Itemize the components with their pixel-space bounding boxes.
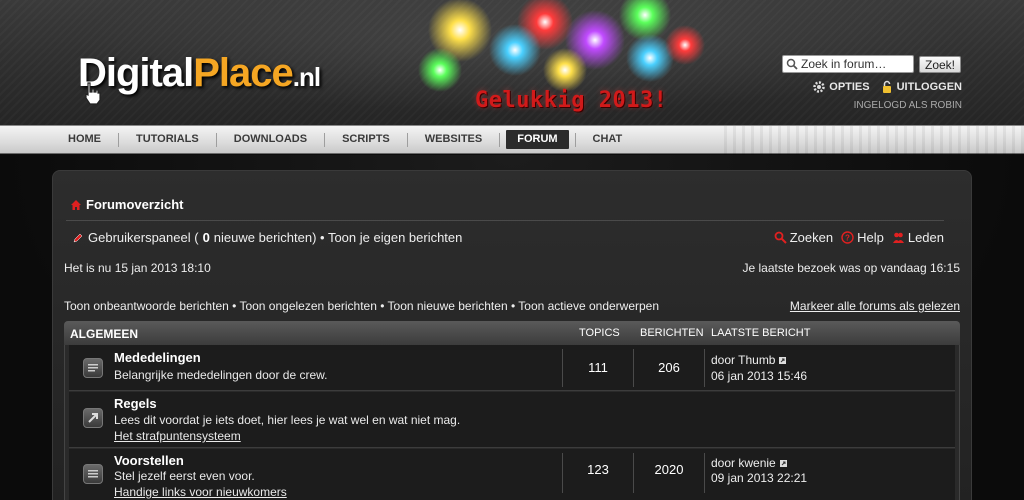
ucp-suffix: nieuwe berichten) • Toon je eigen berich… (213, 230, 463, 245)
nav-downloads[interactable]: Downloads (223, 130, 318, 149)
forum-description: Belangrijke mededelingen door de crew. (114, 368, 328, 382)
search-button[interactable]: Zoek! (919, 56, 961, 73)
breadcrumb[interactable]: Forumoverzicht (70, 197, 184, 212)
help-icon: ? (841, 231, 854, 244)
forum-description: Lees dit voordat je iets doet, hier lees… (114, 413, 461, 427)
col-last-post: Laatste bericht (711, 327, 811, 339)
posts-count: 2020 (654, 462, 684, 477)
column-divider (704, 453, 705, 493)
nav-separator (118, 132, 119, 147)
topics-count: 111 (588, 360, 608, 375)
forum-row[interactable]: Mededelingen Belangrijke mededelingen do… (69, 345, 955, 391)
logout-label: Uitloggen (896, 81, 962, 93)
forum-title[interactable]: Regels (114, 396, 157, 411)
user-links: Opties Uitloggen (812, 80, 962, 94)
subforum-link[interactable]: Handige links voor nieuwkomers (114, 485, 287, 499)
last-post-author-label: door kwenie (711, 456, 776, 470)
col-topics: Topics (579, 327, 620, 339)
nav-texture (724, 126, 1024, 155)
subforum-link[interactable]: Het strafpuntensysteem (114, 429, 241, 443)
pencil-icon (73, 233, 83, 242)
nav-separator (215, 132, 217, 147)
logo-text-tld: .nl (292, 62, 321, 92)
lock-icon (882, 80, 891, 93)
new-messages-count: 0 (202, 230, 210, 245)
nav-separator (574, 132, 576, 147)
forum-category-header: Algemeen Topics Berichten Laatste berich… (64, 321, 960, 345)
last-post-date: 06 jan 2013 15:46 (711, 369, 808, 383)
current-datetime: Het is nu 15 jan 2013 18:10 (64, 261, 211, 275)
nav-separator (499, 132, 501, 147)
divider (66, 220, 944, 221)
column-divider (704, 349, 705, 387)
main-nav: Home Tutorials Downloads Scripts Website… (0, 125, 1024, 155)
goto-post-icon[interactable] (778, 356, 787, 365)
forum-row[interactable]: Voorstellen Stel jezelf eerst even voor.… (69, 449, 955, 500)
goto-post-icon[interactable] (779, 459, 788, 468)
home-icon (71, 199, 81, 210)
mark-all-read-link[interactable]: Markeer alle forums als gelezen (790, 299, 960, 313)
forum-search-box[interactable] (782, 55, 914, 73)
forum-title[interactable]: Mededelingen (114, 350, 201, 365)
nav-separator (324, 132, 326, 147)
search-link[interactable]: Zoeken (774, 230, 833, 245)
last-post-date: 09 jan 2013 22:21 (711, 471, 808, 485)
posts-count: 206 (658, 360, 680, 375)
members-link[interactable]: Leden (892, 230, 944, 245)
col-posts: Berichten (640, 327, 704, 339)
gear-icon (813, 81, 826, 93)
members-icon (892, 232, 904, 243)
nav-scripts[interactable]: Scripts (331, 130, 401, 149)
login-status: Ingelogd als Robin (853, 100, 962, 111)
last-post-author-label: door Thumb (711, 353, 776, 367)
last-post-author[interactable]: door kwenie (711, 456, 788, 470)
category-title[interactable]: Algemeen (70, 327, 138, 341)
help-link-label: Help (857, 230, 884, 245)
site-header: DigitalPlace.nl Gelukkig 2013! Zoek! Opt… (0, 0, 1024, 125)
nav-chat[interactable]: Chat (582, 130, 634, 149)
options-link[interactable]: Opties (812, 80, 870, 94)
help-link[interactable]: ? Help (841, 230, 884, 245)
new-year-greeting: Gelukkig 2013! (475, 88, 668, 113)
forum-read-icon (83, 464, 103, 484)
svg-text:?: ? (845, 234, 850, 243)
nav-home[interactable]: Home (57, 130, 112, 149)
user-control-panel-link[interactable]: Gebruikerspaneel (0 nieuwe berichten) • … (72, 230, 462, 245)
nav-websites[interactable]: Websites (414, 130, 493, 149)
topics-count: 123 (587, 462, 609, 477)
forum-title[interactable]: Voorstellen (114, 453, 184, 468)
forum-link-icon (83, 408, 103, 428)
logout-link[interactable]: Uitloggen (880, 80, 962, 94)
search-link-label: Zoeken (789, 230, 834, 245)
nav-tutorials[interactable]: Tutorials (125, 130, 210, 149)
forum-row[interactable]: Regels Lees dit voordat je iets doet, hi… (69, 392, 955, 448)
hand-cursor-icon (85, 82, 101, 105)
search-icon (786, 58, 798, 70)
quick-links[interactable]: Toon onbeantwoorde berichten • Toon onge… (64, 299, 659, 313)
logo-text-place: Place (193, 51, 294, 95)
members-link-label: Leden (907, 230, 944, 245)
search-input[interactable] (801, 57, 911, 71)
ucp-prefix: Gebruikerspaneel ( (88, 230, 199, 245)
forum-read-icon (83, 358, 103, 378)
breadcrumb-label: Forumoverzicht (86, 197, 184, 212)
last-visit: Je laatste bezoek was op vandaag 16:15 (742, 261, 961, 275)
nav-separator (406, 132, 408, 147)
options-label: Opties (829, 81, 870, 93)
search-icon (774, 231, 787, 244)
nav-forum[interactable]: Forum (506, 130, 569, 149)
last-post-author[interactable]: door Thumb (711, 353, 787, 367)
forum-description: Stel jezelf eerst even voor. (114, 469, 255, 483)
site-logo[interactable]: DigitalPlace.nl (78, 48, 321, 98)
forum-tools: Zoeken ? Help Leden (774, 230, 944, 245)
